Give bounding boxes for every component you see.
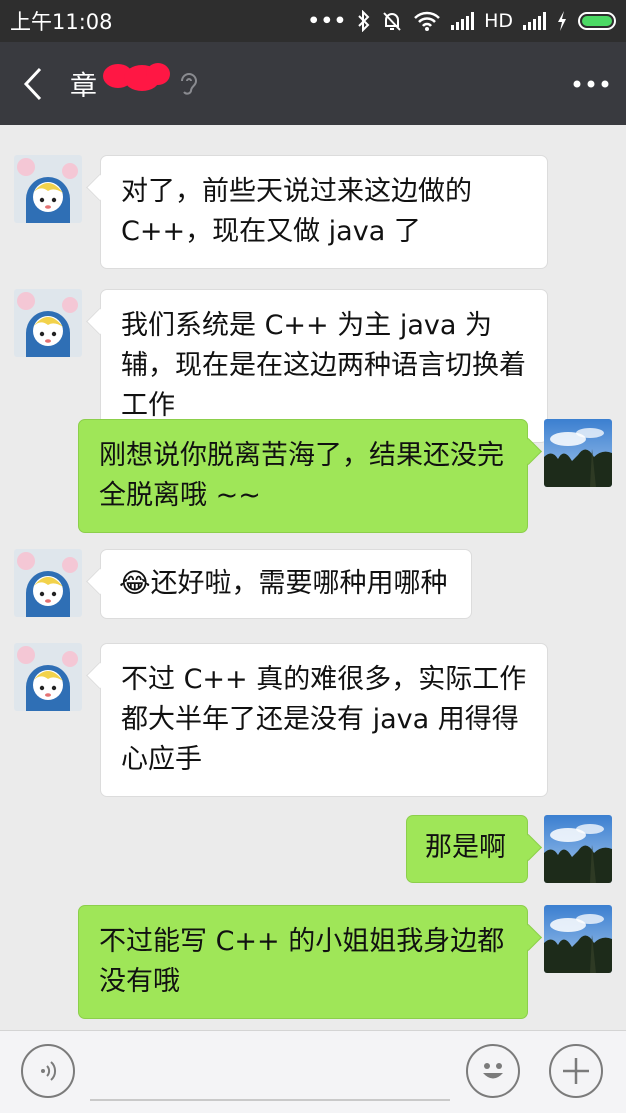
message-text: 不过能写 C++ 的小姐姐我身边都没有哦 — [99, 926, 505, 997]
signal-2-icon — [523, 12, 546, 30]
contact-avatar[interactable] — [14, 155, 82, 223]
contact-avatar[interactable] — [14, 643, 82, 711]
my-avatar[interactable] — [544, 905, 612, 973]
input-bar — [0, 1030, 626, 1113]
incoming-bubble[interactable]: 不过 C++ 真的难很多，实际工作都大半年了还是没有 java 用得得心应手 — [100, 643, 548, 797]
status-time: 上午11:08 — [10, 10, 113, 34]
message-row: 不过 C++ 真的难很多，实际工作都大半年了还是没有 java 用得得心应手 — [14, 643, 550, 797]
plus-icon — [563, 1058, 589, 1084]
battery-icon — [578, 12, 616, 30]
message-row: 对了，前些天说过来这边做的 C++，现在又做 java 了 — [14, 155, 550, 269]
network-type: HD — [484, 10, 513, 32]
contact-name: 章 — [70, 63, 170, 103]
message-text: 对了，前些天说过来这边做的 C++，现在又做 java 了 — [121, 176, 472, 247]
message-text: 那是啊 — [425, 832, 506, 863]
my-avatar[interactable] — [544, 815, 612, 883]
contact-avatar[interactable] — [14, 549, 82, 617]
bluetooth-icon — [358, 10, 370, 32]
contact-name-text: 章 — [70, 71, 97, 102]
outgoing-bubble[interactable]: 那是啊 — [406, 815, 528, 883]
status-bar: 上午11:08 ••• HD — [0, 0, 626, 42]
outgoing-bubble[interactable]: 不过能写 C++ 的小姐姐我身边都没有哦 — [78, 905, 528, 1019]
more-icon — [573, 80, 609, 87]
back-button[interactable] — [0, 42, 66, 125]
status-icons: ••• HD — [308, 10, 616, 32]
more-functions-button[interactable] — [549, 1044, 603, 1098]
charging-icon — [558, 11, 566, 31]
notification-dots-icon: ••• — [307, 10, 348, 32]
my-avatar[interactable] — [544, 419, 612, 487]
message-row: 刚想说你脱离苦海了，结果还没完全脱离哦 ~~ — [76, 419, 612, 533]
message-input[interactable] — [90, 1099, 450, 1101]
incoming-bubble[interactable]: 对了，前些天说过来这边做的 C++，现在又做 java 了 — [100, 155, 548, 269]
laughing-emoji-icon: 😂 — [119, 568, 151, 599]
message-row: 不过能写 C++ 的小姐姐我身边都没有哦 — [76, 905, 612, 1019]
earpiece-icon — [181, 72, 198, 95]
contact-avatar[interactable] — [14, 289, 82, 357]
message-text: 不过 C++ 真的难很多，实际工作都大半年了还是没有 java 用得得心应手 — [121, 664, 527, 775]
outgoing-bubble[interactable]: 刚想说你脱离苦海了，结果还没完全脱离哦 ~~ — [78, 419, 528, 533]
message-text: 还好啦，需要哪种用哪种 — [150, 568, 448, 599]
signal-icon — [451, 12, 475, 30]
message-row: 😂还好啦，需要哪种用哪种 — [14, 549, 474, 619]
emoji-button[interactable] — [466, 1044, 520, 1098]
incoming-bubble[interactable]: 😂还好啦，需要哪种用哪种 — [100, 549, 472, 619]
redaction-scribble — [103, 63, 170, 91]
voice-button[interactable] — [21, 1044, 75, 1098]
chevron-left-icon — [23, 67, 42, 100]
mute-bell-icon — [383, 12, 401, 31]
voice-icon — [41, 1061, 57, 1081]
emoji-icon — [483, 1063, 503, 1079]
message-text: 刚想说你脱离苦海了，结果还没完全脱离哦 ~~ — [99, 440, 504, 511]
chat-header: 章 — [0, 42, 626, 125]
message-text: 我们系统是 C++ 为主 java 为辅，现在是在这边两种语言切换着工作 — [121, 310, 526, 421]
message-row: 那是啊 — [300, 815, 612, 883]
wifi-icon — [414, 11, 440, 31]
more-button[interactable] — [556, 42, 626, 125]
